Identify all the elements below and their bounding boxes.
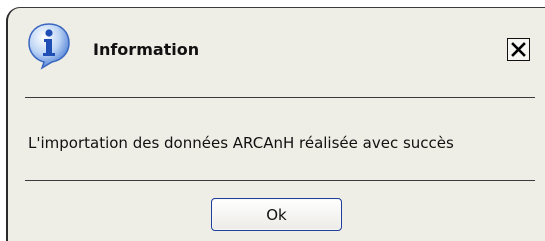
footer-divider bbox=[25, 180, 535, 181]
close-button[interactable] bbox=[507, 38, 530, 61]
dialog-header: Information bbox=[8, 8, 545, 90]
header-divider bbox=[25, 97, 535, 98]
dialog-title: Information bbox=[93, 40, 200, 59]
information-dialog: Information L'importation des données AR… bbox=[6, 7, 545, 241]
info-icon bbox=[27, 22, 71, 70]
ok-button[interactable]: Ok bbox=[211, 198, 342, 231]
dialog-message: L'importation des données ARCAnH réalisé… bbox=[28, 134, 454, 152]
